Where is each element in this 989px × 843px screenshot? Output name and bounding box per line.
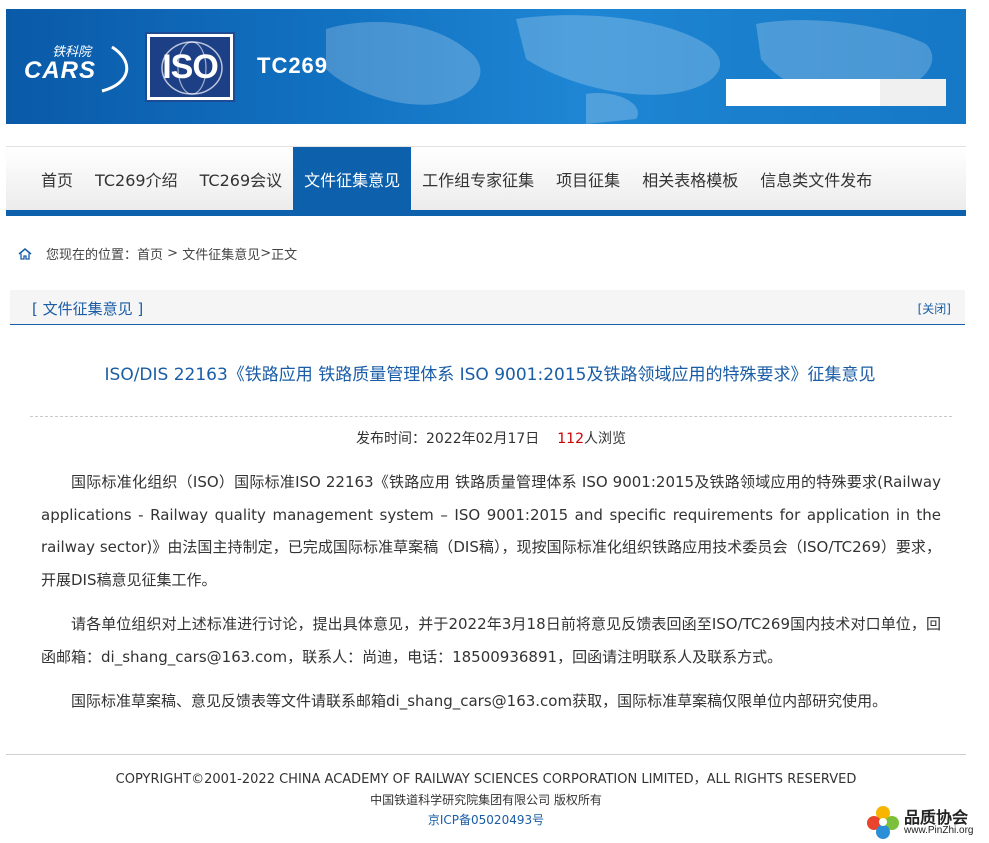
nav-item-expert-recruit[interactable]: 工作组专家征集 bbox=[411, 147, 545, 210]
nav-item-info-release[interactable]: 信息类文件发布 bbox=[749, 147, 883, 210]
nav-list: 首页 TC269介绍 TC269会议 文件征集意见 工作组专家征集 项目征集 相… bbox=[6, 147, 966, 210]
breadcrumb-section-link[interactable]: 文件征集意见 bbox=[182, 244, 260, 263]
article-content: 国际标准化组织（ISO）国际标准ISO 22163《铁路应用 铁路质量管理体系 … bbox=[41, 466, 941, 730]
flower-logo-icon bbox=[867, 806, 899, 839]
search-box bbox=[726, 79, 946, 106]
nav-item-document-comments[interactable]: 文件征集意见 bbox=[293, 147, 412, 210]
breadcrumb-current: 正文 bbox=[271, 248, 298, 263]
view-suffix: 人浏览 bbox=[584, 431, 626, 447]
breadcrumb-separator: > bbox=[260, 246, 272, 261]
panel-title: [ 文件征集意见 ] bbox=[32, 300, 144, 318]
breadcrumb-home-link[interactable]: 首页 bbox=[137, 244, 163, 263]
breadcrumb: 您现在的位置： 首页 > 文件征集意见 > 正文 bbox=[18, 244, 297, 263]
panel-header: [ 文件征集意见 ] [关闭] bbox=[10, 290, 965, 325]
logo-en-text: CARS bbox=[24, 57, 97, 84]
watermark-url: www.PinZhi.org bbox=[904, 825, 974, 836]
search-input[interactable] bbox=[726, 79, 880, 106]
pinzhi-watermark: 品质协会 www.PinZhi.org bbox=[864, 803, 989, 841]
article-paragraph: 国际标准化组织（ISO）国际标准ISO 22163《铁路应用 铁路质量管理体系 … bbox=[41, 473, 941, 589]
close-link[interactable]: [关闭] bbox=[918, 300, 951, 317]
iso-logo-text: ISO bbox=[162, 47, 219, 86]
nav-item-tc269-intro[interactable]: TC269介绍 bbox=[84, 147, 189, 210]
search-button[interactable] bbox=[880, 79, 946, 106]
article-meta: 发布时间：2022年02月17日 112人浏览 bbox=[30, 428, 952, 448]
nav-item-home[interactable]: 首页 bbox=[30, 147, 84, 210]
site-title: TC269 bbox=[257, 53, 329, 78]
header-banner: 铁科院 CARS ISO TC269 bbox=[6, 9, 966, 124]
footer-copyright: COPYRIGHT©2001-2022 CHINA ACADEMY OF RAI… bbox=[115, 772, 857, 787]
iso-logo-inner: ISO bbox=[150, 37, 230, 97]
article-paragraph: 国际标准草案稿、意见反馈表等文件请联系邮箱di_shang_cars@163.c… bbox=[71, 692, 888, 710]
view-count: 112 bbox=[557, 431, 584, 447]
cars-logo[interactable]: 铁科院 CARS bbox=[22, 39, 132, 99]
footer: COPYRIGHT©2001-2022 CHINA ACADEMY OF RAI… bbox=[6, 770, 966, 830]
breadcrumb-separator: > bbox=[163, 246, 183, 261]
article-title: ISO/DIS 22163《铁路应用 铁路质量管理体系 ISO 9001:201… bbox=[104, 365, 876, 385]
nav-item-project-collection[interactable]: 项目征集 bbox=[545, 147, 631, 210]
article-paragraph: 请各单位组织对上述标准进行讨论，提出具体意见，并于2022年3月18日前将意见反… bbox=[41, 615, 941, 666]
publish-date: 发布时间：2022年02月17日 bbox=[356, 431, 540, 447]
nav-item-form-templates[interactable]: 相关表格模板 bbox=[631, 147, 749, 210]
nav-item-tc269-meeting[interactable]: TC269会议 bbox=[189, 147, 294, 210]
title-divider bbox=[30, 416, 952, 417]
world-map-background bbox=[326, 15, 933, 124]
nav-underline bbox=[6, 210, 966, 216]
footer-divider bbox=[6, 754, 966, 755]
iso-logo[interactable]: ISO bbox=[145, 32, 235, 102]
footer-icp-link[interactable]: 京ICP备05020493号 bbox=[6, 810, 966, 830]
footer-company: 中国铁道科学研究院集团有限公司 版权所有 bbox=[370, 793, 602, 807]
home-icon bbox=[18, 247, 32, 260]
breadcrumb-prefix: 您现在的位置： bbox=[46, 248, 138, 263]
main-nav: 首页 TC269介绍 TC269会议 文件征集意见 工作组专家征集 项目征集 相… bbox=[6, 146, 966, 210]
